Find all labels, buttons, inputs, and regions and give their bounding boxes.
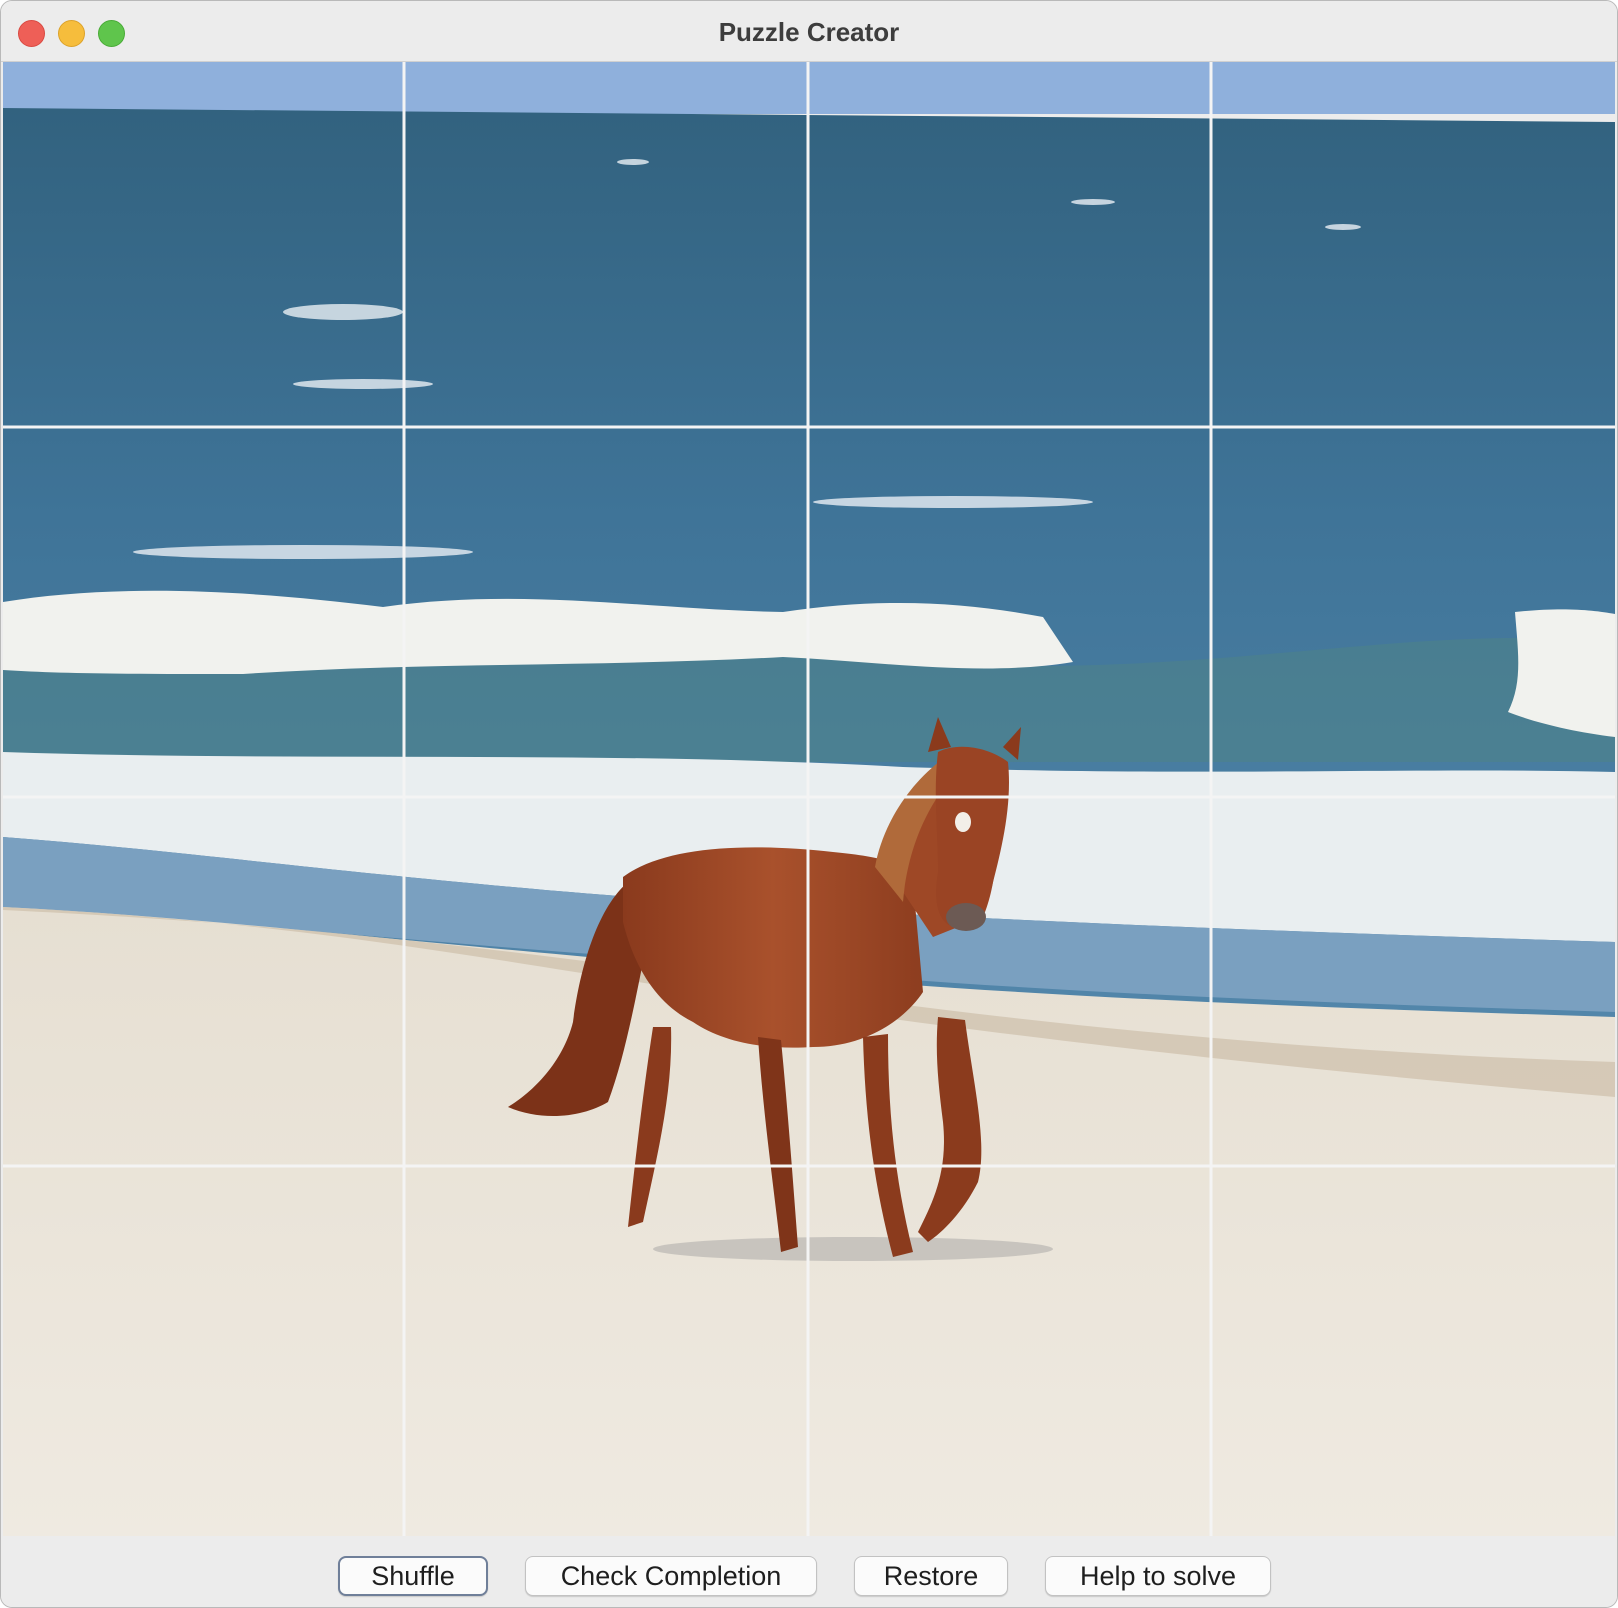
title-bar: Puzzle Creator — [1, 1, 1617, 62]
horse-shadow — [653, 1237, 1053, 1261]
check-completion-button[interactable]: Check Completion — [525, 1556, 817, 1596]
puzzle-board — [3, 62, 1615, 1536]
restore-button[interactable]: Restore — [854, 1556, 1008, 1596]
button-bar: Shuffle Check Completion Restore Help to… — [1, 1536, 1617, 1607]
puzzle-image — [3, 62, 1615, 1536]
shuffle-button[interactable]: Shuffle — [338, 1556, 488, 1596]
breaking-wave — [3, 590, 1073, 674]
puzzle-creator-window: Puzzle Creator Shuffle Check Completion … — [0, 0, 1618, 1608]
help-to-solve-button[interactable]: Help to solve — [1045, 1556, 1271, 1596]
window-title: Puzzle Creator — [718, 17, 900, 47]
